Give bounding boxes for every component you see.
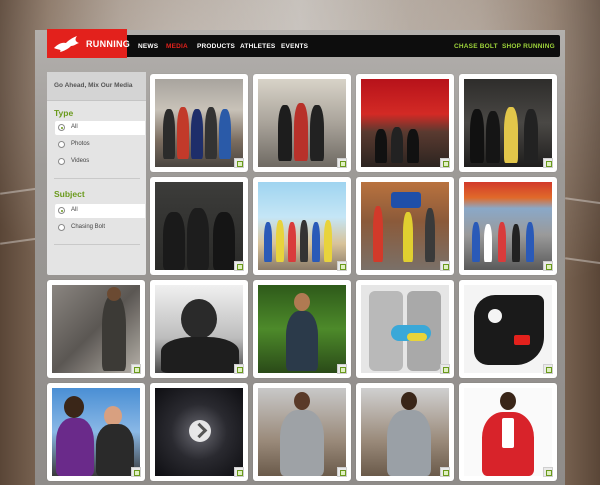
radio-icon[interactable]	[58, 224, 65, 231]
three-men-photo	[155, 182, 243, 270]
jacket-model-photo	[361, 388, 449, 476]
play-arrow-icon[interactable]	[189, 420, 211, 442]
athlete-green-photo	[258, 285, 346, 373]
media-tile[interactable]	[253, 280, 351, 378]
photo-icon	[234, 261, 244, 271]
media-tile[interactable]	[253, 177, 351, 275]
media-tile[interactable]	[150, 280, 248, 378]
photo-icon	[337, 158, 347, 168]
hoodie-model-photo	[258, 388, 346, 476]
nav-chase-bolt[interactable]: CHASE BOLT	[454, 43, 498, 50]
media-tile[interactable]	[356, 74, 454, 172]
photo-icon	[234, 467, 244, 477]
option-label: All	[71, 207, 78, 213]
media-tile[interactable]	[356, 177, 454, 275]
red-building-photo	[361, 79, 449, 167]
subject-option-chasing-bolt[interactable]: Chasing Bolt	[55, 221, 145, 235]
nav-events[interactable]: EVENTS	[281, 43, 308, 50]
media-tile[interactable]	[150, 74, 248, 172]
media-tile[interactable]	[253, 74, 351, 172]
photo-icon	[543, 467, 553, 477]
option-label: All	[71, 124, 78, 130]
radio-icon[interactable]	[58, 124, 65, 131]
media-tile[interactable]	[253, 383, 351, 481]
option-label: Photos	[71, 141, 90, 147]
type-option-all[interactable]: All	[55, 121, 145, 135]
subject-option-all[interactable]: All	[55, 204, 145, 218]
graphic-art-photo	[464, 285, 552, 373]
team-photo	[155, 79, 243, 167]
photo-icon	[440, 158, 450, 168]
crowd-photo	[258, 182, 346, 270]
sidebar-title: Go Ahead, Mix Our Media	[54, 82, 133, 89]
photo-icon	[337, 467, 347, 477]
photo-icon	[337, 261, 347, 271]
type-heading: Type	[54, 108, 74, 118]
media-tile[interactable]	[150, 383, 248, 481]
photo-icon	[234, 364, 244, 374]
nav-shop-running[interactable]: SHOP RUNNING	[502, 43, 555, 50]
type-option-videos[interactable]: Videos	[55, 155, 145, 169]
brand-name: RUNNING	[86, 39, 131, 49]
photo-icon	[440, 467, 450, 477]
photo-icon	[131, 467, 141, 477]
photo-icon	[337, 364, 347, 374]
media-tile[interactable]	[150, 177, 248, 275]
photo-icon	[543, 364, 553, 374]
photo-icon	[543, 158, 553, 168]
street-runners-photo	[361, 182, 449, 270]
option-label: Videos	[71, 158, 90, 164]
photo-icon	[440, 261, 450, 271]
photo-icon	[131, 364, 141, 374]
media-tile[interactable]	[356, 280, 454, 378]
jersey-design-photo	[361, 285, 449, 373]
sidebar-divider	[54, 178, 140, 179]
radio-icon[interactable]	[58, 141, 65, 148]
portrait-bw-photo	[155, 285, 243, 373]
media-tile[interactable]	[356, 383, 454, 481]
type-option-photos[interactable]: Photos	[55, 138, 145, 152]
graffiti-athlete-photo	[52, 285, 140, 373]
puma-cat-icon	[54, 36, 79, 52]
media-tile[interactable]	[459, 74, 557, 172]
nav-athletes[interactable]: ATHLETES	[240, 43, 275, 50]
track-jacket-photo	[464, 388, 552, 476]
two-athletes-photo	[52, 388, 140, 476]
race-photo	[464, 182, 552, 270]
video-thumbnail	[155, 388, 243, 476]
subject-heading: Subject	[54, 189, 85, 199]
option-label: Chasing Bolt	[71, 224, 106, 230]
media-tile[interactable]	[459, 280, 557, 378]
photo-icon	[440, 364, 450, 374]
street-group-photo	[258, 79, 346, 167]
nav-media[interactable]: MEDIA	[166, 43, 188, 50]
media-tile[interactable]	[47, 280, 145, 378]
media-tile[interactable]	[47, 383, 145, 481]
brand-logo[interactable]: RUNNING	[47, 29, 131, 58]
nav-news[interactable]: NEWS	[138, 43, 158, 50]
radio-icon[interactable]	[58, 158, 65, 165]
media-tile[interactable]	[459, 177, 557, 275]
media-tile[interactable]	[459, 383, 557, 481]
indoor-group-photo	[464, 79, 552, 167]
sidebar-divider	[54, 244, 140, 245]
photo-icon	[234, 158, 244, 168]
photo-icon	[543, 261, 553, 271]
nav-products[interactable]: PRODUCTS	[197, 43, 235, 50]
radio-icon[interactable]	[58, 207, 65, 214]
